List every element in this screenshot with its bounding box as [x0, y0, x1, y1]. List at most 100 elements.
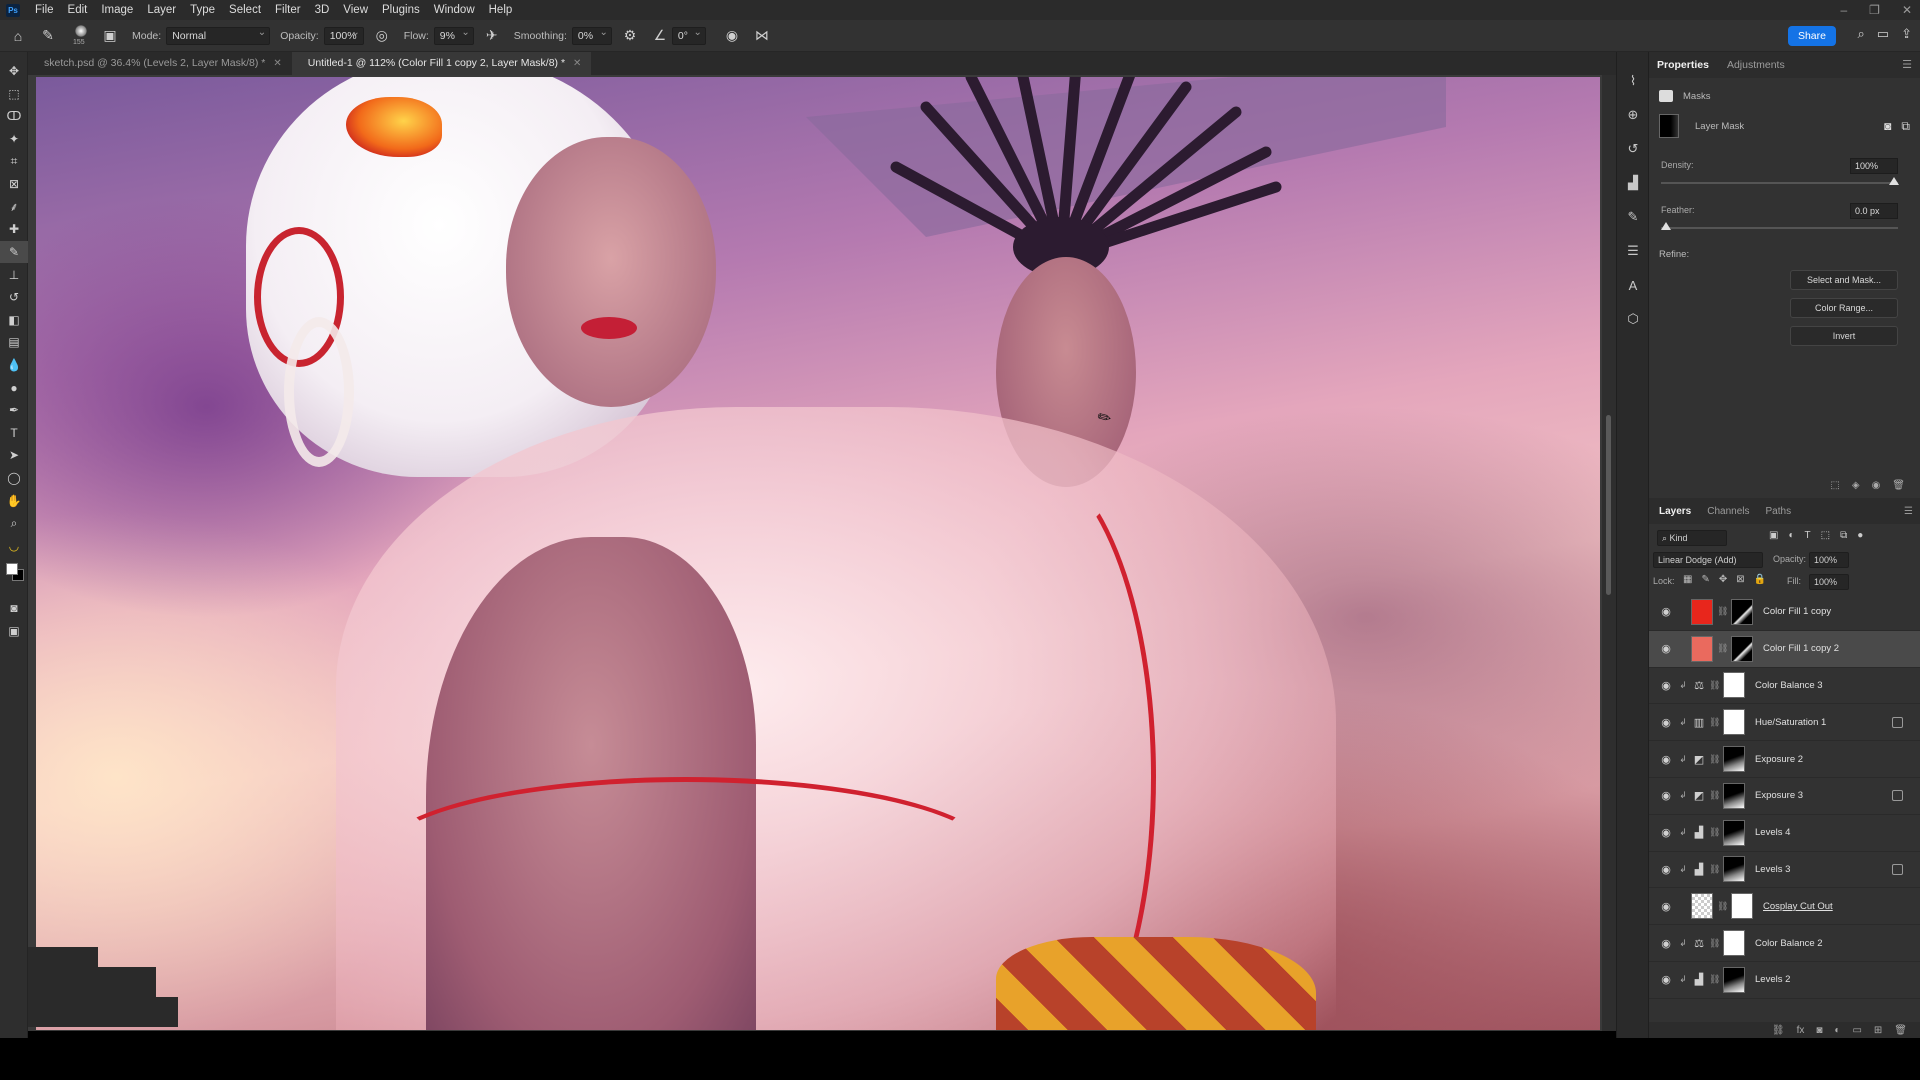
visibility-eye-icon[interactable]: ◉ [1655, 642, 1677, 655]
adjustment-type-icon[interactable]: ▟ [1689, 863, 1709, 876]
layer-mask-thumbnail[interactable] [1723, 856, 1745, 883]
layer-row[interactable]: ◉ ⛓ Cosplay Cut Out [1649, 888, 1920, 926]
new-adjustment-icon[interactable]: ◐ [1834, 1025, 1840, 1036]
layer-mask-thumbnail[interactable] [1723, 930, 1745, 957]
eraser-tool-icon[interactable]: ◧ [0, 309, 28, 332]
smoothing-input[interactable]: 0% [571, 25, 612, 45]
blur-tool-icon[interactable]: 💧 [0, 354, 28, 377]
menu-window[interactable]: Window [427, 0, 482, 20]
apply-mask-icon[interactable]: ◈ [1852, 480, 1860, 491]
filter-kind-select[interactable]: ⌕ Kind [1657, 530, 1727, 546]
healing-brush-tool-icon[interactable]: ✚ [0, 218, 28, 241]
airbrush-icon[interactable]: ✈ [480, 24, 504, 48]
document-canvas[interactable]: ✎ [28, 75, 1602, 1031]
select-and-mask-button[interactable]: Select and Mask... [1790, 270, 1898, 290]
adjustment-type-icon[interactable]: ◩ [1689, 789, 1709, 802]
close-tab-icon[interactable]: ✕ [573, 52, 581, 75]
filter-pixel-icon[interactable]: ▣ [1769, 530, 1778, 541]
filter-adjustment-icon[interactable]: ◐ [1788, 530, 1794, 541]
adjustment-type-icon[interactable]: ◩ [1689, 753, 1709, 766]
menu-select[interactable]: Select [222, 0, 268, 20]
close-tab-icon[interactable]: ✕ [273, 52, 281, 75]
gradient-tool-icon[interactable]: ▤ [0, 331, 28, 354]
add-mask-icon[interactable]: ◙ [1816, 1025, 1822, 1036]
menu-image[interactable]: Image [94, 0, 140, 20]
layer-name[interactable]: Levels 3 [1755, 864, 1790, 875]
delete-mask-icon[interactable]: 🗑 [1892, 480, 1905, 491]
visibility-eye-icon[interactable]: ◉ [1655, 826, 1677, 839]
menu-file[interactable]: File [28, 0, 61, 20]
move-tool-icon[interactable]: ✥ [0, 60, 28, 83]
quick-select-tool-icon[interactable]: ✦ [0, 128, 28, 151]
layer-row[interactable]: ◉ ↲ ▟ ⛓ Levels 3 [1649, 852, 1920, 889]
frame-tool-icon[interactable]: ⊠ [0, 173, 28, 196]
flow-input[interactable]: 9% [433, 25, 474, 45]
pen-tool-icon[interactable]: ✒ [0, 399, 28, 422]
share-button[interactable]: Share [1787, 26, 1836, 46]
fill-input[interactable]: 100% [1809, 574, 1849, 590]
link-chain-icon[interactable]: ⛓ [1709, 827, 1720, 838]
layer-name[interactable]: Levels 4 [1755, 827, 1790, 838]
path-selection-tool-icon[interactable]: ➤ [0, 444, 28, 467]
mode-select[interactable]: Normal [166, 25, 271, 45]
menu-view[interactable]: View [336, 0, 375, 20]
adjustment-type-icon[interactable]: ▟ [1689, 826, 1709, 839]
layer-name[interactable]: Color Fill 1 copy 2 [1763, 643, 1839, 654]
symmetry-icon[interactable]: ⋈ [750, 24, 774, 48]
layer-style-icon[interactable]: fx [1797, 1025, 1805, 1036]
layer-name[interactable]: Color Balance 2 [1755, 938, 1823, 949]
screen-mode-icon[interactable]: ▣ [0, 620, 28, 643]
filter-shape-icon[interactable]: ⬚ [1821, 530, 1830, 541]
scrollbar-thumb[interactable] [1606, 415, 1611, 595]
adjust-panel-icon[interactable]: ☰ [1617, 234, 1649, 268]
filter-type-icon[interactable]: T [1805, 530, 1811, 541]
visibility-eye-icon[interactable]: ◉ [1655, 753, 1677, 766]
color-swatches[interactable] [0, 557, 27, 597]
layer-row[interactable]: ◉ ⛓ Color Fill 1 copy [1649, 594, 1920, 631]
restore-icon[interactable]: ❐ [1869, 3, 1880, 17]
home-icon[interactable]: ⌂ [6, 24, 30, 48]
menu-layer[interactable]: Layer [140, 0, 183, 20]
feather-slider-track[interactable] [1661, 227, 1898, 229]
lasso-tool-icon[interactable]: ↀ [0, 105, 28, 128]
feather-slider-thumb[interactable] [1661, 222, 1671, 230]
blend-mode-select[interactable]: Linear Dodge (Add) [1653, 552, 1763, 568]
menu-type[interactable]: Type [183, 0, 222, 20]
history-brush-tool-icon[interactable]: ↺ [0, 286, 28, 309]
histogram-panel-icon[interactable]: ▟ [1617, 166, 1649, 200]
density-slider-track[interactable] [1661, 182, 1898, 184]
link-chain-icon[interactable]: ⛓ [1709, 864, 1720, 875]
visibility-eye-icon[interactable]: ◉ [1655, 863, 1677, 876]
angle-input[interactable]: 0° [671, 25, 706, 45]
menu-plugins[interactable]: Plugins [375, 0, 427, 20]
menu-edit[interactable]: Edit [61, 0, 95, 20]
link-chain-icon[interactable]: ⛓ [1709, 974, 1720, 985]
pressure-opacity-icon[interactable]: ◎ [370, 24, 394, 48]
link-chain-icon[interactable]: ⛓ [1709, 754, 1720, 765]
menu-3d[interactable]: 3D [308, 0, 337, 20]
brushes-panel-icon[interactable]: ✎ [1617, 200, 1649, 234]
3d-panel-icon[interactable]: ⬡ [1617, 302, 1649, 336]
lock-all-icon[interactable]: 🔒 [1754, 574, 1766, 585]
layer-name[interactable]: Color Balance 3 [1755, 680, 1823, 691]
visibility-eye-icon[interactable]: ◉ [1655, 900, 1677, 913]
type-tool-icon[interactable]: T [0, 422, 28, 445]
canvas-vertical-scrollbar[interactable] [1602, 75, 1616, 1031]
clone-source-panel-icon[interactable]: ⊕ [1617, 98, 1649, 132]
workspace-icon[interactable]: ▭ [1877, 26, 1889, 42]
layer-row[interactable]: ◉ ↲ ◩ ⛓ Exposure 2 [1649, 741, 1920, 778]
layer-opacity-input[interactable]: 100% [1809, 552, 1849, 568]
brush-preset-picker[interactable]: 155 [70, 23, 92, 49]
link-chain-icon[interactable]: ⛓ [1709, 790, 1720, 801]
layer-mask-thumbnail[interactable] [1731, 598, 1753, 625]
visibility-eye-icon[interactable]: ◉ [1655, 973, 1677, 986]
eyedropper-tool-icon[interactable]: ⸙ [0, 196, 28, 219]
density-slider-thumb[interactable] [1889, 177, 1899, 185]
layer-mask-thumbnail[interactable] [1723, 672, 1745, 699]
lock-pixels-icon[interactable]: ✎ [1701, 574, 1709, 585]
search-icon[interactable]: ⌕ [1858, 26, 1865, 42]
link-chain-icon[interactable]: ⛓ [1709, 717, 1720, 728]
layer-mask-thumbnail[interactable] [1723, 709, 1745, 736]
character-panel-icon[interactable]: A [1617, 268, 1649, 302]
layer-mask-thumbnail[interactable] [1723, 782, 1745, 809]
